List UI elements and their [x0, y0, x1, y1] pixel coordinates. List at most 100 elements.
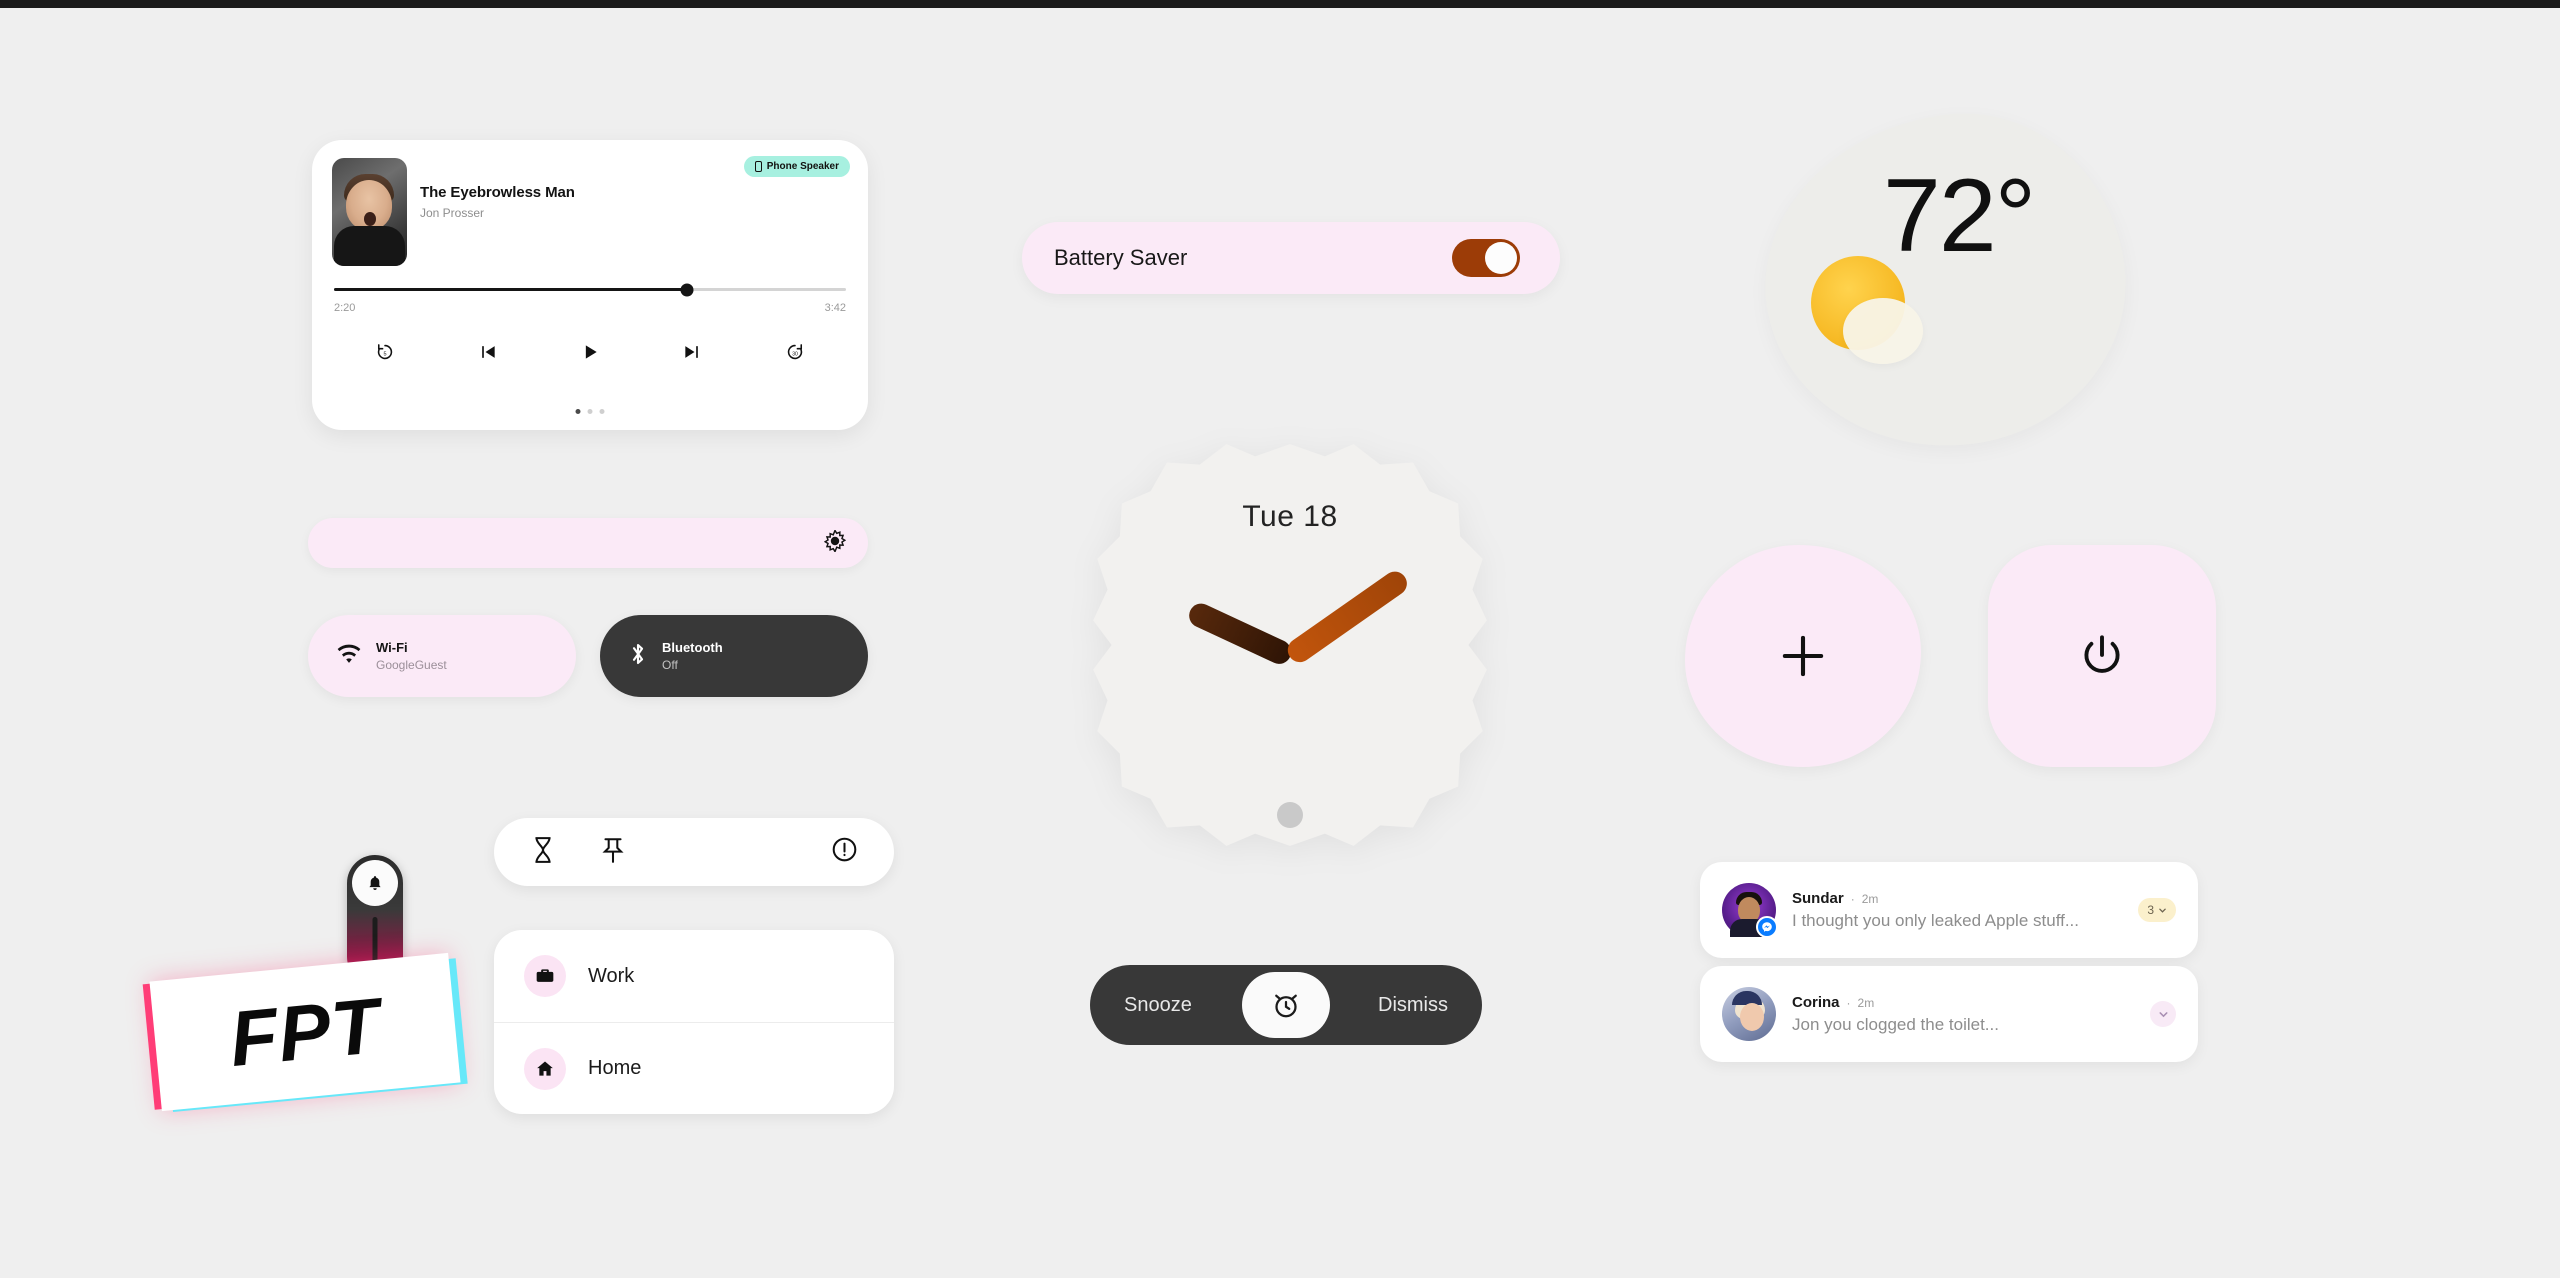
notification-header: Corina · 2m: [1792, 994, 2134, 1011]
sidebar-item-wifi[interactable]: Wi-Fi GoogleGuest: [308, 615, 576, 697]
progress-knob[interactable]: [680, 283, 694, 296]
notification-list: Sundar · 2m I thought you only leaked Ap…: [1700, 862, 2198, 1062]
notification-separator: ·: [1846, 995, 1851, 1010]
list-item[interactable]: Home: [494, 1022, 894, 1114]
messenger-icon: [1756, 916, 1778, 938]
snooze-button[interactable]: Snooze: [1124, 994, 1192, 1017]
wifi-tile-text: Wi-Fi GoogleGuest: [376, 639, 447, 673]
bluetooth-state: Off: [662, 657, 678, 672]
fpt-logo-text: FPT: [225, 980, 384, 1083]
bell-stem: [372, 917, 378, 965]
notification-separator: ·: [1850, 891, 1855, 906]
battery-saver-label: Battery Saver: [1054, 245, 1188, 270]
chevron-down-icon: [2159, 1011, 2167, 1017]
media-title: The Eyebrowless Man: [420, 184, 575, 201]
hourglass-icon[interactable]: [530, 836, 556, 869]
toggle-knob: [1485, 242, 1517, 274]
chevron-down-icon: [2159, 908, 2166, 913]
weather-inner: 72°: [1765, 116, 2125, 446]
next-track-icon[interactable]: [672, 332, 712, 372]
page-dot[interactable]: [575, 409, 581, 414]
top-edge-strip: [0, 0, 2560, 8]
places-list: Work Home: [494, 930, 894, 1114]
progress-track[interactable]: [334, 283, 846, 296]
fpt-logo: FPT: [149, 952, 461, 1112]
previous-track-icon[interactable]: [468, 332, 508, 372]
notification-expand-button[interactable]: [2150, 1001, 2176, 1027]
artwork-mouth: [364, 212, 376, 226]
place-label: Work: [588, 964, 635, 987]
list-item[interactable]: Work: [494, 930, 894, 1022]
page-indicator-dots[interactable]: [575, 409, 605, 414]
plus-icon: [1782, 635, 1824, 677]
clock-widget[interactable]: Tue 18: [1085, 440, 1495, 850]
bluetooth-label: Bluetooth: [662, 640, 723, 656]
media-player-header: The Eyebrowless Man Jon Prosser Phone Sp…: [312, 140, 868, 280]
avatar: [1722, 987, 1776, 1041]
power-icon: [2084, 635, 2120, 673]
brightness-slider[interactable]: [308, 518, 868, 568]
bluetooth-tile-text: Bluetooth Off: [662, 639, 723, 673]
notification-item[interactable]: Corina · 2m Jon you clogged the toilet..…: [1700, 966, 2198, 1062]
svg-text:5: 5: [384, 352, 387, 358]
place-label: Home: [588, 1057, 642, 1079]
info-icon[interactable]: [831, 836, 858, 868]
clock-bottom-dot[interactable]: [1277, 802, 1303, 828]
notification-body: Corina · 2m Jon you clogged the toilet..…: [1792, 994, 2134, 1035]
cloud-icon: [1843, 298, 1923, 364]
wifi-network-name: GoogleGuest: [376, 657, 447, 672]
forward-30-icon[interactable]: 30: [775, 332, 815, 372]
output-device-chip[interactable]: Phone Speaker: [743, 156, 850, 177]
briefcase-icon: [524, 955, 566, 997]
notification-time: 2m: [1861, 891, 1879, 906]
avatar: [1722, 883, 1778, 938]
total-duration: 3:42: [824, 302, 846, 314]
battery-saver-row[interactable]: Battery Saver: [1022, 222, 1560, 294]
notification-message: Jon you clogged the toilet...: [1792, 1014, 1999, 1034]
avatar-face: [1740, 1003, 1764, 1031]
wifi-icon: [336, 644, 362, 669]
screen-root: The Eyebrowless Man Jon Prosser Phone Sp…: [0, 0, 2560, 1278]
notification-header: Sundar · 2m: [1792, 890, 2122, 907]
notification-time: 2m: [1857, 995, 1875, 1010]
bluetooth-icon: [628, 641, 648, 672]
sidebar-item-bluetooth[interactable]: Bluetooth Off: [600, 615, 868, 697]
elapsed-time: 2:20: [334, 302, 356, 314]
album-artwork: [332, 158, 407, 266]
weather-widget[interactable]: 72°: [1746, 95, 2144, 467]
artwork-body: [334, 226, 405, 266]
phone-icon: [754, 161, 762, 172]
media-controls: 5 30: [334, 332, 846, 372]
power-button[interactable]: [1988, 545, 2216, 767]
battery-saver-toggle[interactable]: [1452, 239, 1520, 277]
add-button[interactable]: [1685, 545, 1921, 767]
svg-text:30: 30: [792, 352, 798, 358]
output-device-label: Phone Speaker: [766, 161, 839, 172]
play-icon[interactable]: [570, 332, 610, 372]
page-dot[interactable]: [587, 409, 593, 414]
notification-sender: Sundar: [1792, 889, 1844, 907]
alarm-action-bar: Snooze Dismiss: [1090, 965, 1482, 1045]
brightness-icon: [823, 528, 847, 557]
notification-item[interactable]: Sundar · 2m I thought you only leaked Ap…: [1700, 862, 2198, 958]
replay-5-icon[interactable]: 5: [365, 332, 405, 372]
progress-fill: [334, 288, 688, 291]
notification-sender: Corina: [1792, 993, 1840, 1011]
dismiss-button[interactable]: Dismiss: [1378, 994, 1448, 1017]
clock-date-label: Tue 18: [1242, 500, 1338, 533]
home-icon: [524, 1047, 566, 1090]
media-player-card[interactable]: The Eyebrowless Man Jon Prosser Phone Sp…: [312, 140, 868, 430]
notification-count-chip[interactable]: 3: [2138, 898, 2176, 922]
quick-actions-pill: [494, 818, 894, 886]
media-metadata: The Eyebrowless Man Jon Prosser: [420, 184, 575, 220]
page-dot[interactable]: [599, 409, 605, 414]
alarm-clock-icon[interactable]: [1242, 972, 1330, 1038]
media-progress-bar[interactable]: [334, 283, 846, 296]
temperature-value: 72°: [1883, 158, 2035, 274]
notification-message: I thought you only leaked Apple stuff...: [1792, 910, 2079, 930]
media-artist: Jon Prosser: [420, 206, 485, 220]
media-time-row: 2:20 3:42: [334, 302, 846, 314]
pin-icon[interactable]: [600, 836, 626, 869]
bell-icon: [352, 860, 398, 906]
notification-count: 3: [2147, 903, 2154, 917]
